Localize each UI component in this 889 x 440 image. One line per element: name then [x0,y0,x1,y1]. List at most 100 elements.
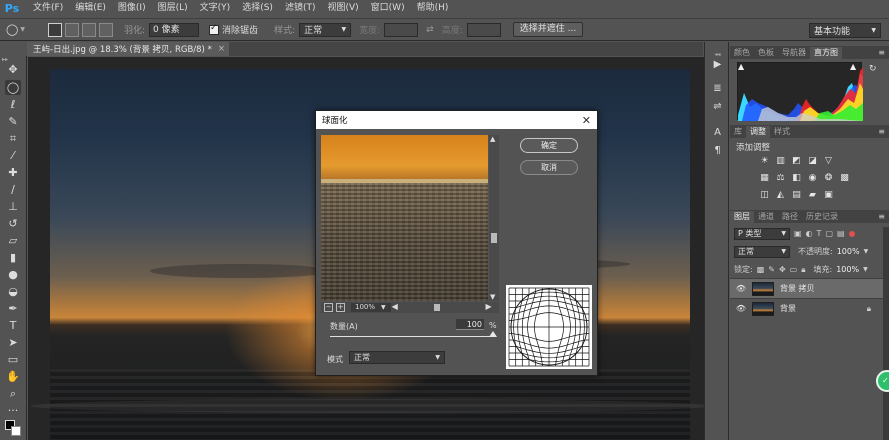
tool-preset-picker[interactable]: ◯ ▼ [6,22,36,38]
layers-scrollbar[interactable] [883,227,889,440]
ok-button[interactable]: 确定 [520,138,578,153]
filter-adjustment-icon[interactable]: ◐ [806,229,813,238]
filter-shape-icon[interactable]: ▢ [825,229,833,238]
menu-window[interactable]: 窗口(W) [365,0,411,17]
close-icon[interactable]: × [218,44,225,54]
properties-icon[interactable]: ⇌ [710,100,725,114]
menu-filter[interactable]: 滤镜(T) [279,0,322,17]
filter-toggle-icon[interactable] [848,230,855,237]
chevron-down-icon[interactable]: ▼ [863,266,868,273]
crop-tool-icon[interactable]: ⌗ [5,131,21,146]
width-input[interactable] [384,22,419,37]
layer-row[interactable]: 👁︎ 背景 拷贝 [730,278,889,298]
layer-row[interactable]: 👁︎ 背景 🔒︎ [730,298,889,318]
history-brush-tool-icon[interactable]: ↺ [5,216,21,231]
amount-slider-knob[interactable] [489,331,497,337]
new-selection-button[interactable] [48,22,62,37]
hue-saturation-icon[interactable]: ▦ [758,172,771,184]
eyedropper-tool-icon[interactable]: ⁄ [5,148,21,163]
vibrance-icon[interactable]: ▽ [822,155,835,167]
menu-select[interactable]: 选择(S) [236,0,279,17]
chevron-down-icon[interactable]: ▼ [381,304,386,311]
workspace-select[interactable]: 基本功能 ▼ [809,23,881,38]
menu-view[interactable]: 视图(V) [321,0,364,17]
clone-stamp-tool-icon[interactable]: ⊥ [5,199,21,214]
brush-settings-icon[interactable]: ≣ [710,82,725,96]
tab-navigator[interactable]: 导航器 [778,47,810,59]
tab-histogram[interactable]: 直方图 [810,47,842,59]
arrow-down-icon[interactable]: ▼ [490,293,495,301]
shadow-clip-warning-icon[interactable]: ▲ [738,62,744,71]
play-action-icon[interactable]: ▶ [710,58,725,72]
panel-menu-icon[interactable]: ≡ [878,47,885,59]
filter-smart-icon[interactable]: ▤ [837,229,845,238]
tab-swatches[interactable]: 色板 [754,47,778,59]
move-tool-icon[interactable]: ✥ [5,62,21,77]
pen-tool-icon[interactable]: ✒ [5,301,21,316]
lock-transparent-icon[interactable]: ▩ [757,265,765,274]
zoom-tool-icon[interactable]: ⌕ [5,386,21,401]
photo-filter-icon[interactable]: ◉ [806,172,819,184]
opacity-input[interactable]: 100% [837,247,860,256]
posterize-icon[interactable]: ◭ [774,189,787,201]
layer-kind-select[interactable]: P 类型 ▼ [734,227,790,240]
exposure-icon[interactable]: ◪ [806,155,819,167]
arrow-left-icon[interactable]: ◀ [392,302,398,311]
lock-all-icon[interactable]: 🔒︎ [801,265,805,275]
gradient-map-icon[interactable]: ▰ [806,189,819,201]
menu-edit[interactable]: 编辑(E) [69,0,112,17]
zoom-out-button[interactable]: − [324,303,333,312]
dodge-tool-icon[interactable]: ◒ [5,284,21,299]
tab-paths[interactable]: 路径 [778,211,802,223]
rectangle-tool-icon[interactable]: ▭ [5,352,21,367]
add-selection-button[interactable] [65,22,79,37]
panel-menu-icon[interactable]: ≡ [878,211,885,223]
arrow-up-icon[interactable]: ▲ [490,135,495,143]
chevron-down-icon[interactable]: ▼ [864,248,869,255]
arrow-right-icon[interactable]: ▶ [485,302,491,311]
dialog-titlebar[interactable]: 球面化 ✕ [316,111,597,129]
elliptical-marquee-tool-icon[interactable]: ◯ [5,80,21,95]
amount-slider[interactable] [330,331,497,337]
scroll-thumb[interactable] [433,304,440,311]
type-tool-icon[interactable]: T [5,318,21,333]
color-balance-icon[interactable]: ⚖ [774,172,787,184]
zoom-in-button[interactable]: + [336,303,345,312]
tab-styles[interactable]: 样式 [770,126,794,138]
gradient-tool-icon[interactable]: ▮ [5,250,21,265]
document-tab[interactable]: 王屿-日出.jpg @ 18.3% (背景 拷贝, RGB/8) * × [27,42,229,56]
feather-input[interactable]: 0 像素 [149,22,200,37]
healing-brush-tool-icon[interactable]: ✚ [5,165,21,180]
menu-file[interactable]: 文件(F) [27,0,69,17]
filter-pixel-icon[interactable]: ▣ [794,229,802,238]
quick-select-tool-icon[interactable]: ✎ [5,114,21,129]
channel-mixer-icon[interactable]: ❂ [822,172,835,184]
curves-icon[interactable]: ◩ [790,155,803,167]
color-lookup-icon[interactable]: ▩ [838,172,851,184]
subtract-selection-button[interactable] [82,22,96,37]
cancel-button[interactable]: 取消 [520,160,578,175]
refresh-histogram-icon[interactable]: ↻ [869,64,877,74]
collapse-icon[interactable]: ▸▸ [2,57,24,63]
menu-type[interactable]: 文字(Y) [194,0,237,17]
threshold-icon[interactable]: ▤ [790,189,803,201]
lasso-tool-icon[interactable]: ℓ [5,97,21,112]
tab-libraries[interactable]: 库 [730,126,746,138]
filter-preview[interactable] [321,135,488,301]
background-color-swatch[interactable] [11,426,21,436]
brush-tool-icon[interactable]: ∕ [5,182,21,197]
preview-vertical-scrollbar[interactable]: ▲ ▼ [489,135,499,301]
lock-position-icon[interactable]: ✥ [779,265,786,274]
black-white-icon[interactable]: ◧ [790,172,803,184]
scroll-thumb[interactable] [491,233,497,243]
height-input[interactable] [466,22,501,37]
filter-type-icon[interactable]: T [817,229,822,238]
eye-icon[interactable]: 👁︎ [734,284,748,293]
style-select[interactable]: 正常 ▼ [299,22,352,37]
menu-layer[interactable]: 图层(L) [152,0,194,17]
path-selection-tool-icon[interactable]: ➤ [5,335,21,350]
blur-tool-icon[interactable]: ● [5,267,21,282]
hand-tool-icon[interactable]: ✋ [5,369,21,384]
tab-adjustments[interactable]: 调整 [746,126,770,138]
menu-help[interactable]: 帮助(H) [411,0,455,17]
